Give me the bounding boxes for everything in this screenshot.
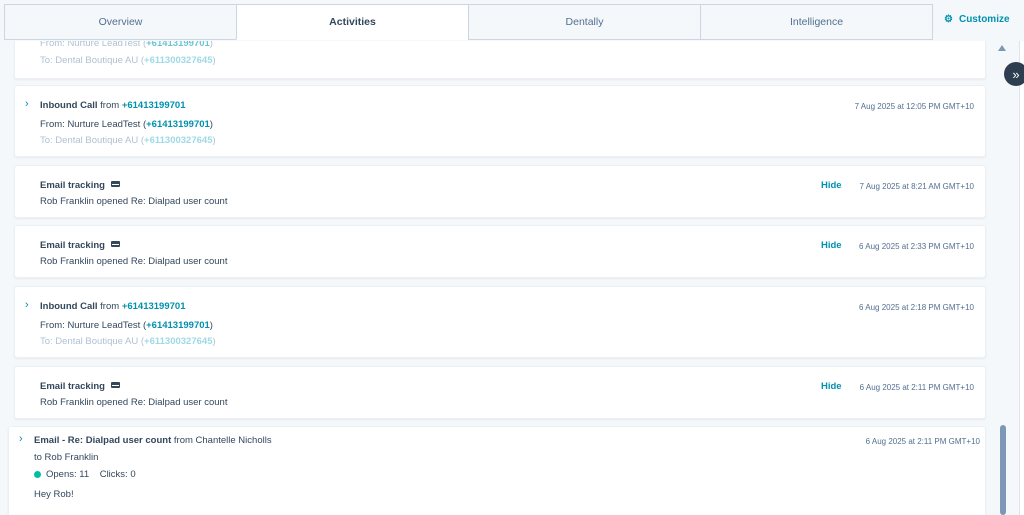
feed-scrollbar[interactable]: [993, 41, 1013, 515]
double-chevron-right-icon: »: [1012, 66, 1020, 82]
customize-button[interactable]: ⚙ Customize: [944, 14, 1010, 25]
caller-phone-link[interactable]: +61413199701: [122, 301, 186, 312]
activity-title: Email tracking: [40, 381, 120, 392]
opens-dot-icon: [34, 471, 41, 478]
scroll-up-arrow-icon[interactable]: [998, 45, 1006, 51]
chevron-right-icon[interactable]: ›: [19, 433, 23, 445]
tab-activities[interactable]: Activities: [236, 4, 469, 40]
activity-timestamp: 7 Aug 2025 at 8:21 AM GMT+10: [859, 182, 974, 191]
scroll-thumb[interactable]: [1000, 425, 1006, 515]
opens-count: Opens: 11: [46, 469, 90, 480]
hide-button[interactable]: Hide: [821, 240, 842, 251]
gear-icon: ⚙: [944, 14, 953, 25]
tabs: Overview Activities Dentally Intelligenc…: [4, 4, 933, 40]
to-phone-link[interactable]: +611300327645: [144, 55, 212, 66]
from-phone-link[interactable]: +61413199701: [146, 119, 210, 130]
record-tab-bar: Overview Activities Dentally Intelligenc…: [0, 0, 1024, 41]
activity-title: Email - Re: Dialpad user count from Chan…: [34, 435, 272, 446]
activity-card-email-tracking: Email tracking Hide 7 Aug 2025 at 8:21 A…: [14, 165, 986, 218]
call-from-line: From: Nurture LeadTest (+61413199701): [40, 320, 213, 331]
from-phone-link[interactable]: +61413199701: [146, 41, 210, 49]
activity-title: Email tracking: [40, 240, 120, 251]
activity-timestamp: 6 Aug 2025 at 2:11 PM GMT+10: [859, 383, 974, 392]
email-recipient: to Rob Franklin: [34, 452, 99, 463]
email-icon: [110, 382, 120, 388]
hide-button[interactable]: Hide: [821, 180, 842, 191]
hide-button[interactable]: Hide: [821, 381, 842, 392]
email-body-preview: Hey Rob!: [34, 489, 74, 500]
from-phone-link[interactable]: +61413199701: [146, 320, 210, 331]
customize-label: Customize: [958, 14, 1010, 25]
activity-body: Rob Franklin opened Re: Dialpad user cou…: [40, 256, 228, 267]
call-from-line: From: Nurture LeadTest (+61413199701): [40, 119, 213, 130]
activity-timestamp: 6 Aug 2025 at 2:11 PM GMT+10: [865, 437, 980, 446]
tab-overview[interactable]: Overview: [4, 4, 237, 40]
activity-feed: From: Nurture LeadTest (+61413199701) To…: [0, 41, 1000, 515]
email-icon: [110, 181, 120, 187]
sidebar-edge: [1019, 41, 1024, 515]
activity-card-email: › Email - Re: Dialpad user count from Ch…: [8, 426, 986, 515]
expand-sidebar-button[interactable]: »: [1004, 62, 1024, 86]
tab-dentally[interactable]: Dentally: [468, 4, 701, 40]
activity-timestamp: 6 Aug 2025 at 2:33 PM GMT+10: [859, 242, 974, 251]
to-phone-link[interactable]: +611300327645: [144, 135, 212, 146]
activity-card-call-partial: From: Nurture LeadTest (+61413199701) To…: [14, 41, 986, 79]
activity-card-email-tracking: Email tracking Hide 6 Aug 2025 at 2:33 P…: [14, 225, 986, 278]
activity-card-inbound-call: › Inbound Call from +61413199701 7 Aug 2…: [14, 85, 986, 157]
email-stats: Opens: 11 Clicks: 0: [34, 469, 136, 480]
tab-intelligence[interactable]: Intelligence: [700, 4, 933, 40]
email-icon: [110, 241, 120, 247]
call-to-line: To: Dental Boutique AU (+611300327645): [40, 336, 216, 347]
activity-card-email-tracking: Email tracking Hide 6 Aug 2025 at 2:11 P…: [14, 366, 986, 419]
chevron-right-icon[interactable]: ›: [25, 299, 29, 311]
activity-timestamp: 7 Aug 2025 at 12:05 PM GMT+10: [854, 102, 974, 111]
chevron-right-icon[interactable]: ›: [25, 98, 29, 110]
activity-title: Inbound Call from +61413199701: [40, 301, 186, 312]
call-to-line: To: Dental Boutique AU (+611300327645): [40, 135, 216, 146]
to-phone-link[interactable]: +611300327645: [144, 336, 212, 347]
activity-body: Rob Franklin opened Re: Dialpad user cou…: [40, 397, 228, 408]
activity-card-inbound-call: › Inbound Call from +61413199701 6 Aug 2…: [14, 286, 986, 358]
activity-title: Inbound Call from +61413199701: [40, 100, 186, 111]
clicks-count: Clicks: 0: [99, 469, 136, 480]
call-to-line: To: Dental Boutique AU (+611300327645): [40, 55, 216, 66]
activity-timestamp: 6 Aug 2025 at 2:18 PM GMT+10: [859, 303, 974, 312]
call-from-line: From: Nurture LeadTest (+61413199701): [40, 41, 213, 49]
activity-body: Rob Franklin opened Re: Dialpad user cou…: [40, 196, 228, 207]
caller-phone-link[interactable]: +61413199701: [122, 100, 186, 111]
activity-title: Email tracking: [40, 180, 120, 191]
